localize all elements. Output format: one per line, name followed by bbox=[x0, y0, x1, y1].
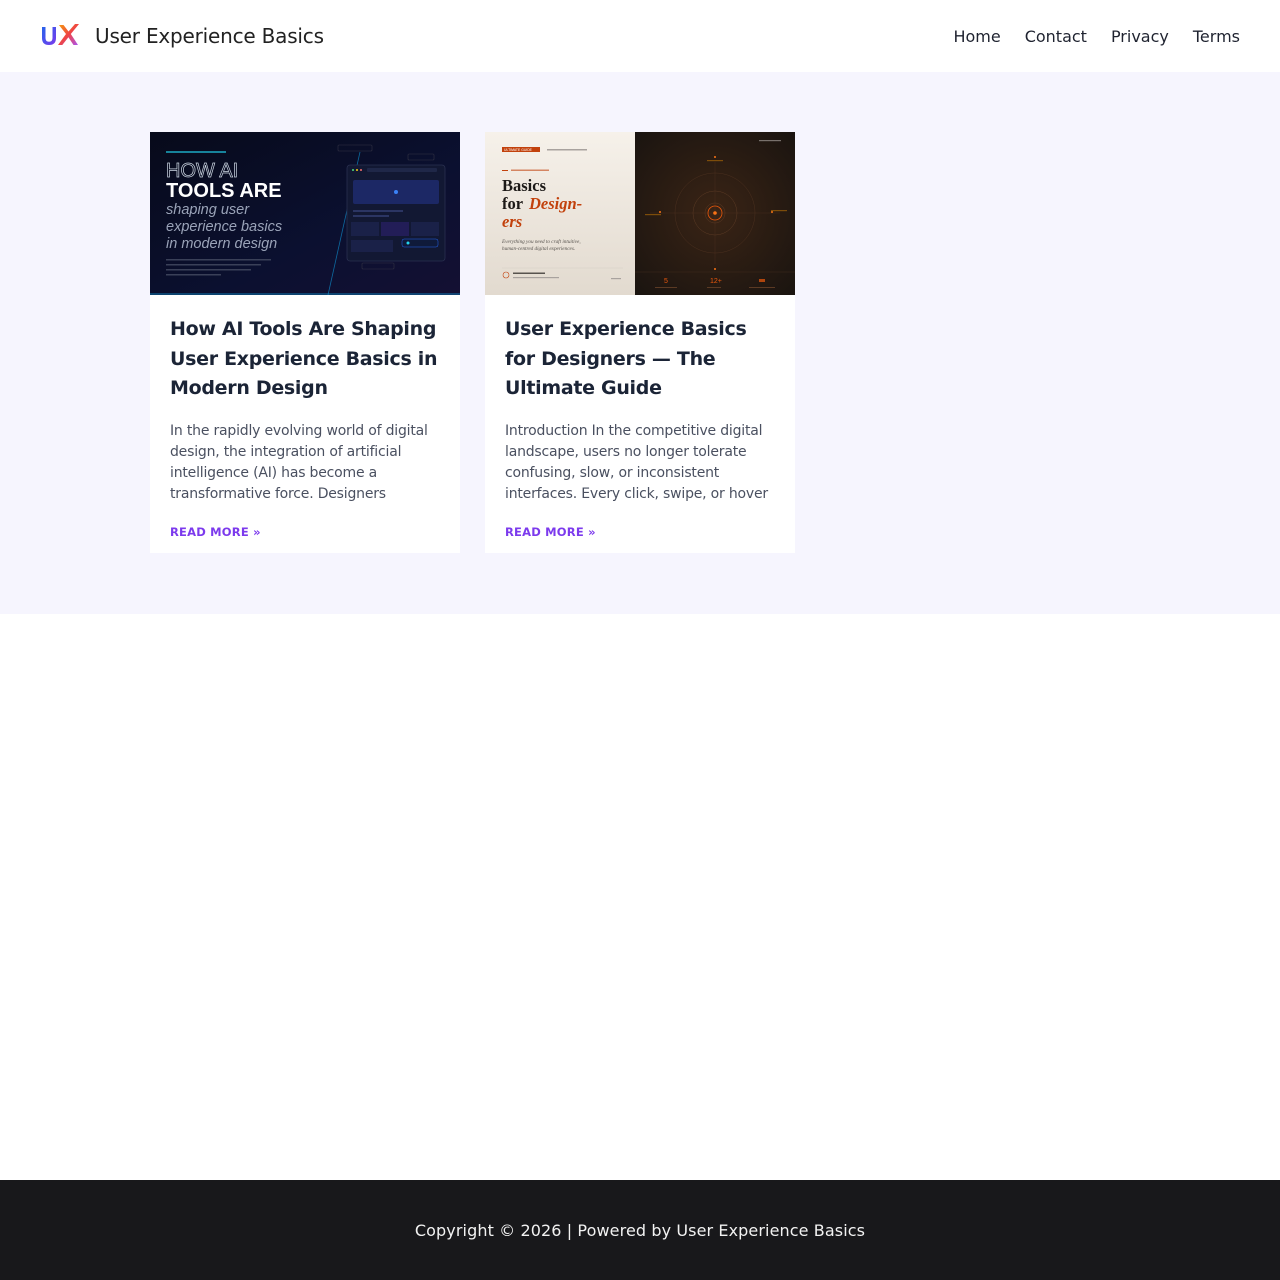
site-footer: Copyright © 2026 | Powered by User Exper… bbox=[0, 1180, 1280, 1280]
post-card-body: How AI Tools Are Shaping User Experience… bbox=[150, 295, 460, 541]
post-card-body: User Experience Basics for Designers — T… bbox=[485, 295, 795, 541]
thumb-headline-italic-3: in modern design bbox=[166, 236, 277, 252]
thumb-headline-italic-1: shaping user bbox=[166, 202, 250, 218]
thumb-subtext-1: Everything you need to craft intuitive, bbox=[501, 238, 581, 245]
thumb-subtext-2: human-centred digital experiences. bbox=[502, 246, 575, 252]
thumb-headline-outline: HOW AI bbox=[166, 160, 238, 182]
thumb-heading-2: for bbox=[502, 194, 523, 213]
primary-nav: Home Contact Privacy Terms bbox=[929, 0, 1240, 72]
thumb-heading-1: Basics bbox=[502, 176, 547, 195]
thumb-headline-bold: TOOLS ARE bbox=[166, 180, 282, 202]
thumb-stat-1: 5 bbox=[664, 278, 668, 285]
site-brand-link[interactable]: User Experience Basics bbox=[40, 0, 324, 72]
nav-contact-link[interactable]: Contact bbox=[1025, 27, 1087, 46]
nav-home-link[interactable]: Home bbox=[953, 27, 1000, 46]
thumb-badge: ULTIMATE GUIDE bbox=[504, 148, 533, 152]
copyright-text: Copyright © 2026 | Powered by User Exper… bbox=[414, 1220, 866, 1240]
post-excerpt: In the rapidly evolving world of digital… bbox=[170, 422, 428, 502]
ux-logo-icon bbox=[42, 24, 79, 45]
post-excerpt: Introduction In the competitive digital … bbox=[505, 422, 768, 502]
post-grid: HOW AI TOOLS ARE shaping user experience… bbox=[150, 132, 820, 553]
thumb-headline-italic-2: experience basics bbox=[166, 219, 282, 235]
thumb-heading-3: Design- bbox=[528, 194, 582, 213]
post-title-link[interactable]: How AI Tools Are Shaping User Experience… bbox=[170, 315, 440, 404]
nav-terms-link[interactable]: Terms bbox=[1193, 27, 1240, 46]
post-title-link[interactable]: User Experience Basics for Designers — T… bbox=[505, 315, 775, 404]
thumb-heading-4: ers bbox=[502, 212, 522, 231]
post-card: HOW AI TOOLS ARE shaping user experience… bbox=[150, 132, 460, 553]
post-thumbnail-ai-tools[interactable]: HOW AI TOOLS ARE shaping user experience… bbox=[150, 132, 460, 295]
site-header: User Experience Basics Home Contact Priv… bbox=[0, 0, 1280, 72]
site-title: User Experience Basics bbox=[95, 24, 324, 48]
thumb-stat-2: 12+ bbox=[710, 278, 722, 285]
post-thumbnail-ux-guide[interactable]: ULTIMATE GUIDE Basics for Design- ers Ev… bbox=[485, 132, 795, 295]
read-more-link[interactable]: READ MORE » bbox=[505, 525, 596, 539]
read-more-link[interactable]: READ MORE » bbox=[170, 525, 261, 539]
nav-privacy-link[interactable]: Privacy bbox=[1111, 27, 1169, 46]
post-list-area: HOW AI TOOLS ARE shaping user experience… bbox=[0, 72, 1280, 614]
post-card: ULTIMATE GUIDE Basics for Design- ers Ev… bbox=[485, 132, 795, 553]
